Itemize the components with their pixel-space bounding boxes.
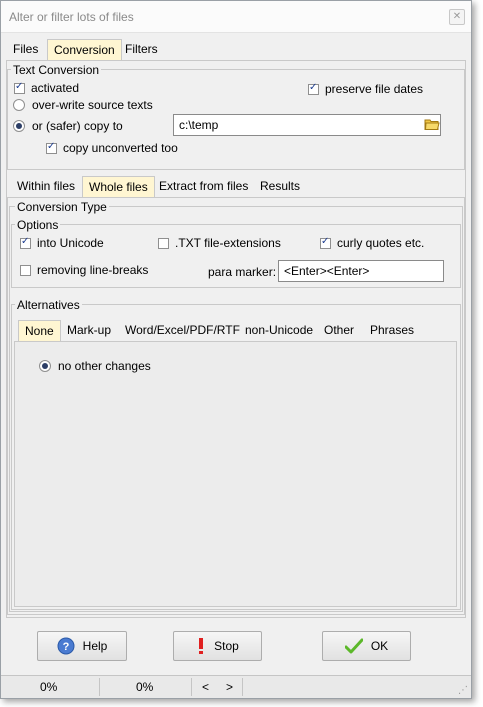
help-label: Help bbox=[82, 639, 108, 653]
tab-filters[interactable]: Filters bbox=[119, 39, 164, 61]
overwrite-label: over-write source texts bbox=[32, 98, 153, 112]
status-prev-button[interactable]: < bbox=[202, 680, 209, 694]
tab-conversion[interactable]: Conversion bbox=[47, 39, 122, 61]
window-title: Alter or filter lots of files bbox=[9, 10, 134, 24]
overwrite-radio[interactable]: over-write source texts bbox=[13, 98, 153, 112]
ok-button[interactable]: OK bbox=[322, 631, 411, 661]
into-unicode-label: into Unicode bbox=[37, 236, 104, 250]
tab-none[interactable]: None bbox=[18, 320, 61, 342]
preserve-dates-checkbox[interactable]: preserve file dates bbox=[308, 82, 423, 96]
conversion-type-legend: Conversion Type bbox=[15, 200, 109, 214]
exclamation-icon bbox=[196, 637, 206, 655]
txt-extensions-checkbox[interactable]: .TXT file-extensions bbox=[158, 236, 281, 250]
help-button[interactable]: ? Help bbox=[37, 631, 127, 661]
status-progress-middle: 0% bbox=[136, 680, 154, 694]
copy-unconverted-label: copy unconverted too bbox=[63, 141, 178, 155]
options-legend: Options bbox=[15, 218, 61, 232]
tab-extract-from-files[interactable]: Extract from files bbox=[153, 176, 254, 198]
tab-other[interactable]: Other bbox=[318, 320, 360, 342]
alternatives-legend: Alternatives bbox=[15, 298, 82, 312]
preserve-dates-label: preserve file dates bbox=[325, 82, 424, 96]
close-button[interactable]: ✕ bbox=[449, 9, 465, 25]
tab-whole-files[interactable]: Whole files bbox=[82, 176, 155, 198]
status-divider bbox=[191, 678, 192, 696]
text-conversion-legend: Text Conversion bbox=[11, 63, 102, 77]
into-unicode-checkbox[interactable]: into Unicode bbox=[20, 236, 104, 250]
stop-label: Stop bbox=[214, 639, 239, 653]
copy-to-radio[interactable]: or (safer) copy to bbox=[13, 119, 123, 133]
copy-to-path-input[interactable]: c:\temp bbox=[173, 114, 441, 136]
radio-circle[interactable] bbox=[39, 360, 51, 372]
title-bar: Alter or filter lots of files ✕ bbox=[1, 1, 471, 33]
no-other-changes-label: no other changes bbox=[58, 359, 151, 373]
stop-button[interactable]: Stop bbox=[173, 631, 262, 661]
checkbox-box[interactable] bbox=[158, 237, 169, 249]
radio-circle[interactable] bbox=[13, 99, 25, 111]
copy-to-label: or (safer) copy to bbox=[32, 119, 123, 133]
checkbox-box[interactable] bbox=[20, 236, 31, 249]
checkbox-box[interactable] bbox=[20, 264, 31, 276]
status-divider bbox=[99, 678, 100, 696]
checkbox-box[interactable] bbox=[308, 82, 319, 95]
remove-line-breaks-checkbox[interactable]: removing line-breaks bbox=[20, 263, 148, 277]
tab-within-files[interactable]: Within files bbox=[11, 176, 81, 198]
para-marker-label: para marker: bbox=[208, 265, 277, 279]
para-marker-input[interactable]: <Enter><Enter> bbox=[278, 260, 444, 282]
svg-text:?: ? bbox=[62, 641, 69, 653]
no-other-changes-radio[interactable]: no other changes bbox=[39, 359, 151, 373]
curly-quotes-label: curly quotes etc. bbox=[337, 236, 425, 250]
tab-non-unicode[interactable]: non-Unicode bbox=[239, 320, 319, 342]
radio-circle[interactable] bbox=[13, 120, 25, 132]
help-icon: ? bbox=[57, 637, 75, 655]
alternatives-panel bbox=[14, 341, 457, 607]
copy-unconverted-checkbox[interactable]: copy unconverted too bbox=[46, 141, 178, 155]
status-next-button[interactable]: > bbox=[226, 680, 233, 694]
dialog-window: Alter or filter lots of files ✕ Files Co… bbox=[0, 0, 472, 699]
folder-icon[interactable] bbox=[424, 116, 440, 132]
resize-grip-icon[interactable]: ⋰ bbox=[458, 685, 468, 696]
ok-label: OK bbox=[370, 639, 389, 653]
checkbox-box[interactable] bbox=[14, 81, 25, 94]
remove-line-breaks-label: removing line-breaks bbox=[37, 263, 149, 277]
curly-quotes-checkbox[interactable]: curly quotes etc. bbox=[320, 236, 424, 250]
status-bar: 0% 0% < > ⋰ bbox=[1, 675, 471, 698]
tab-word-excel-pdf-rtf[interactable]: Word/Excel/PDF/RTF bbox=[119, 320, 246, 342]
tab-mark-up[interactable]: Mark-up bbox=[61, 320, 117, 342]
tab-results[interactable]: Results bbox=[254, 176, 306, 198]
activated-label: activated bbox=[31, 81, 80, 95]
tab-files[interactable]: Files bbox=[7, 39, 44, 61]
txt-extensions-label: .TXT file-extensions bbox=[175, 236, 281, 250]
status-divider bbox=[242, 678, 243, 696]
checkbox-box[interactable] bbox=[320, 236, 331, 249]
status-progress-left: 0% bbox=[40, 680, 58, 694]
tab-phrases[interactable]: Phrases bbox=[364, 320, 420, 342]
activated-checkbox[interactable]: activated bbox=[14, 81, 79, 95]
checkmark-icon bbox=[344, 638, 363, 654]
checkbox-box[interactable] bbox=[46, 141, 57, 154]
